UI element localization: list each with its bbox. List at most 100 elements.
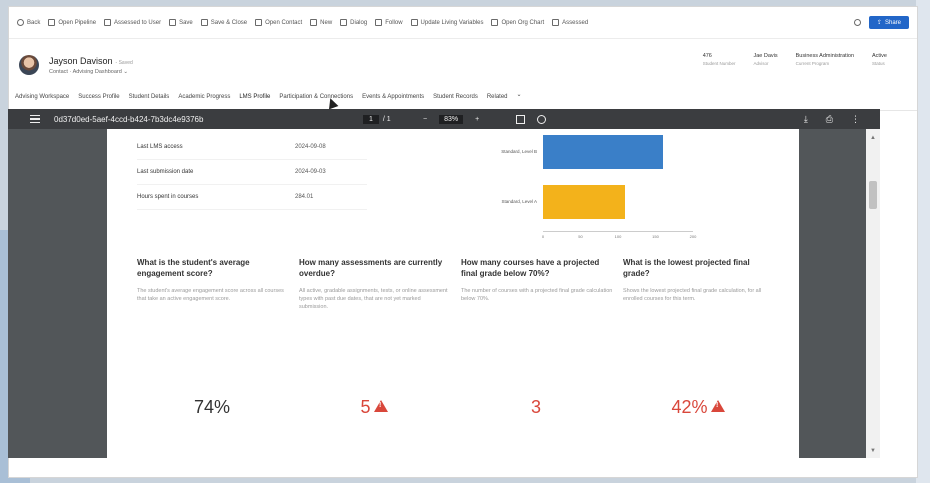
share-icon: ⇪ <box>876 20 882 26</box>
pipeline-icon <box>48 19 56 26</box>
zoom-in-icon[interactable]: + <box>475 116 479 123</box>
plus-icon <box>310 19 318 26</box>
tab-student-records[interactable]: Student Records <box>433 91 478 111</box>
bar <box>543 185 625 219</box>
stat-value: 2024-09-03 <box>295 169 326 175</box>
menu-icon[interactable] <box>30 113 40 126</box>
tab-student-details[interactable]: Student Details <box>129 91 170 111</box>
zoom-level[interactable]: 83% <box>439 114 464 124</box>
card-description: Shows the lowest projected final grade c… <box>623 288 762 302</box>
print-icon[interactable]: ⎙ <box>826 114 833 125</box>
save-status: - Saved <box>115 59 133 66</box>
command-update-living-variables[interactable]: Update Living Variables <box>410 19 483 26</box>
form-selector[interactable]: Advising Dashboard <box>73 69 122 75</box>
command-assessed[interactable]: Assessed <box>552 19 588 26</box>
command-save[interactable]: Save <box>169 19 193 26</box>
scroll-thumb[interactable] <box>869 181 877 209</box>
tab-events-appointments[interactable]: Events & Appointments <box>362 91 424 111</box>
header-field-label: Current Program <box>795 61 830 66</box>
insight-card: How many courses have a projected final … <box>461 257 623 447</box>
command-assessed-to-user[interactable]: Assessed to User <box>104 19 161 26</box>
x-tick-label: 0 <box>541 234 545 239</box>
command-dialog[interactable]: Dialog <box>340 19 367 26</box>
command-new[interactable]: New <box>310 19 332 26</box>
header-field: 476 Student Number <box>703 53 736 66</box>
vertical-scrollbar[interactable]: ▲ ▼ <box>866 129 880 458</box>
header-field: Active Status <box>872 53 887 66</box>
save-close-icon <box>200 19 208 26</box>
download-icon[interactable]: ⤓ <box>804 114 808 125</box>
stat-value: 284.01 <box>295 194 314 200</box>
bar <box>543 135 663 169</box>
dialog-icon <box>340 19 348 26</box>
stat-row: Last submission date 2024-09-03 <box>137 160 367 185</box>
contact-icon <box>255 19 263 26</box>
command-save-close[interactable]: Save & Close <box>200 19 247 26</box>
stat-row: Last LMS access 2024-09-08 <box>137 135 367 160</box>
pdf-viewer: 0d37d0ed-5aef-4ccd-b424-7b3dc4e9376b 1 /… <box>8 109 880 458</box>
x-axis <box>543 231 693 232</box>
metric-value: 3 <box>530 397 541 417</box>
tab-lms-profile[interactable]: LMS Profile <box>239 91 271 111</box>
command-label: Back <box>27 19 41 26</box>
tab-success-profile[interactable]: Success Profile <box>78 91 119 111</box>
command-open-org-chart[interactable]: Open Org Chart <box>491 19 544 26</box>
rotate-icon[interactable] <box>537 114 546 124</box>
restore-icon[interactable] <box>853 19 861 26</box>
command-follow[interactable]: Follow <box>375 19 403 26</box>
scroll-down-icon[interactable]: ▼ <box>870 448 876 454</box>
more-options-icon[interactable]: ⋮ <box>851 114 860 125</box>
tab-list: Advising Workspace Success Profile Student… <box>9 91 917 111</box>
warning-icon <box>710 400 725 412</box>
command-back[interactable]: Back <box>17 19 40 26</box>
header-field-label: Student Number <box>702 61 736 66</box>
follow-icon <box>375 19 383 26</box>
stat-value: 2024-09-08 <box>295 144 326 150</box>
scroll-up-icon[interactable]: ▲ <box>870 135 876 141</box>
assessment-bar-chart: Standard, Level B Standard, Level A 0 50 100… <box>467 129 717 241</box>
chevron-down-icon[interactable]: ⌄ <box>517 91 522 98</box>
x-tick-label: 50 <box>578 234 583 239</box>
record-name: Jayson Davison <box>49 55 113 66</box>
page-navigation: 1 / 1 <box>363 114 391 124</box>
card-question: How many courses have a projected final … <box>461 258 600 278</box>
command-open-pipeline[interactable]: Open Pipeline <box>48 19 96 26</box>
fit-page-icon[interactable] <box>516 114 525 124</box>
zoom-out-icon[interactable]: − <box>423 116 427 123</box>
assessed-icon <box>552 19 560 26</box>
org-chart-icon <box>491 19 499 26</box>
tab-related[interactable]: Related <box>487 91 508 111</box>
stat-row: Hours spent in courses 284.01 <box>137 185 367 210</box>
command-label: Open Pipeline <box>58 19 97 26</box>
card-metric: 3 <box>461 397 611 418</box>
save-icon <box>169 19 177 26</box>
header-fields: 476 Student Number Jae Davis Advisor Busines… <box>703 53 887 66</box>
command-bar: Back Open Pipeline Assessed to User Save Sav… <box>9 7 917 39</box>
assign-icon <box>104 19 112 26</box>
metric-value: 42% <box>671 397 708 417</box>
card-description: All active, gradable assignments, tests,… <box>299 288 448 310</box>
x-tick-label: 150 <box>652 234 659 239</box>
avatar <box>19 55 39 75</box>
stat-label: Last LMS access <box>137 144 183 150</box>
card-question: What is the student's average engagement… <box>137 258 250 278</box>
background-edge <box>916 0 930 483</box>
share-button[interactable]: ⇪ Share <box>868 16 909 29</box>
record-title-block: Jayson Davison - Saved Contact · Advising… <box>49 56 133 75</box>
view-tools <box>516 114 546 124</box>
stat-label: Hours spent in courses <box>137 194 199 200</box>
card-description: The student's average engagement score a… <box>137 288 284 302</box>
header-field-label: Status <box>872 61 885 66</box>
record-header: Jayson Davison - Saved Contact · Advising… <box>9 39 917 91</box>
insight-card: How many assessments are currently overd… <box>299 257 461 447</box>
tab-participation-connections[interactable]: Participation & Connections <box>279 91 353 111</box>
page-input[interactable]: 1 <box>363 114 379 124</box>
pdf-actions: ⤓ ⎙ ⋮ <box>804 114 860 125</box>
command-open-contact[interactable]: Open Contact <box>255 19 302 26</box>
insight-cards: What is the student's average engagement… <box>137 257 787 447</box>
lms-stats-table: Last LMS access 2024-09-08 Last submission… <box>137 135 367 210</box>
tab-academic-progress[interactable]: Academic Progress <box>178 91 230 111</box>
x-tick-label: 100 <box>614 234 622 239</box>
tab-advising-workspace[interactable]: Advising Workspace <box>15 91 69 111</box>
bar-label: Standard, Level B <box>501 149 537 154</box>
